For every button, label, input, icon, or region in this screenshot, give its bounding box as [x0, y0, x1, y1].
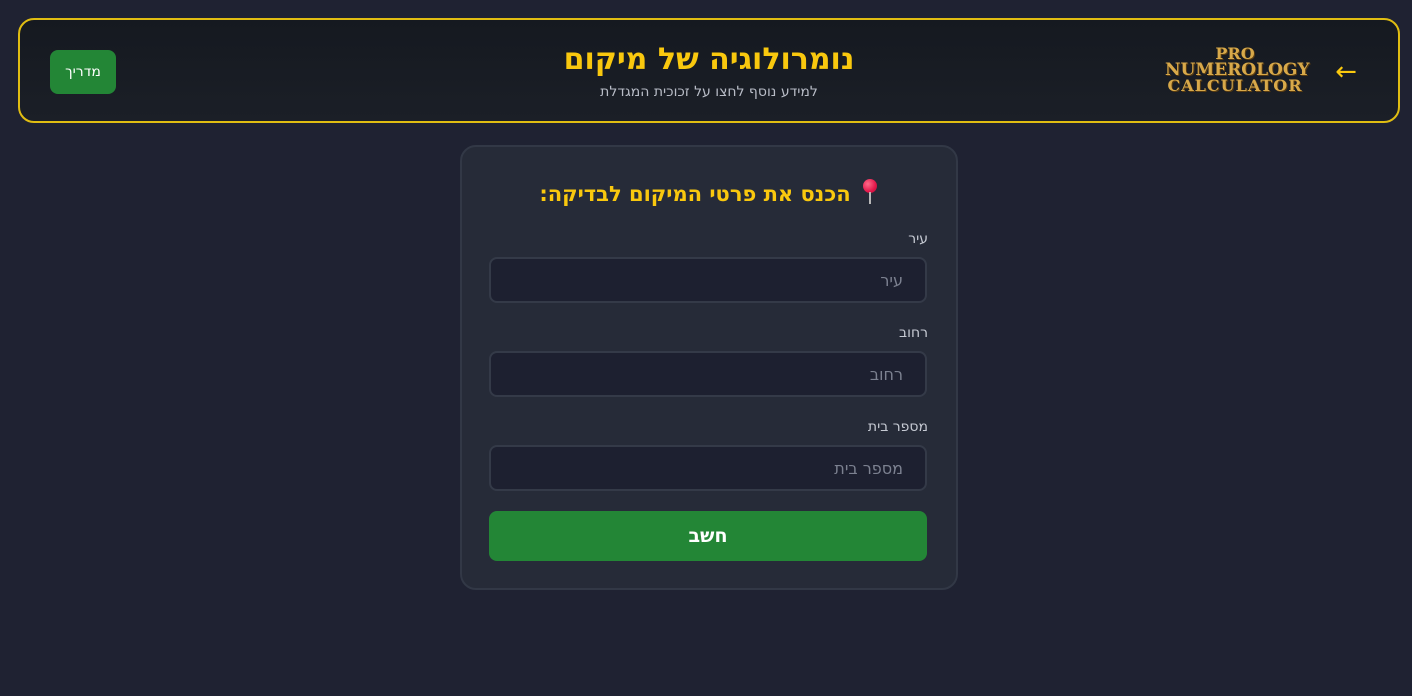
pro-numerology-calculator-logo: PRO NUMEROLOGY CALCULATOR [1165, 46, 1310, 95]
form-title: הכנס את פרטי המיקום לבדיקה: [462, 179, 956, 206]
city-label: עיר [908, 231, 928, 247]
house-number-input[interactable] [489, 445, 927, 491]
location-form-card: הכנס את פרטי המיקום לבדיקה: עיר רחוב מספ… [460, 145, 958, 590]
street-label: רחוב [899, 325, 928, 341]
back-arrow-icon[interactable]: ← [1332, 56, 1360, 88]
city-input[interactable] [489, 257, 927, 303]
street-input[interactable] [489, 351, 927, 397]
app-header: מדריך נומרולוגיה של מיקום למידע נוסף לחצ… [18, 18, 1400, 123]
logo-line-3: CALCULATOR [1167, 76, 1303, 95]
calculate-button[interactable]: חשב [489, 511, 927, 561]
house-number-label: מספר בית [867, 419, 928, 435]
pin-icon [861, 179, 879, 205]
form-title-text: הכנס את פרטי המיקום לבדיקה: [539, 182, 851, 206]
